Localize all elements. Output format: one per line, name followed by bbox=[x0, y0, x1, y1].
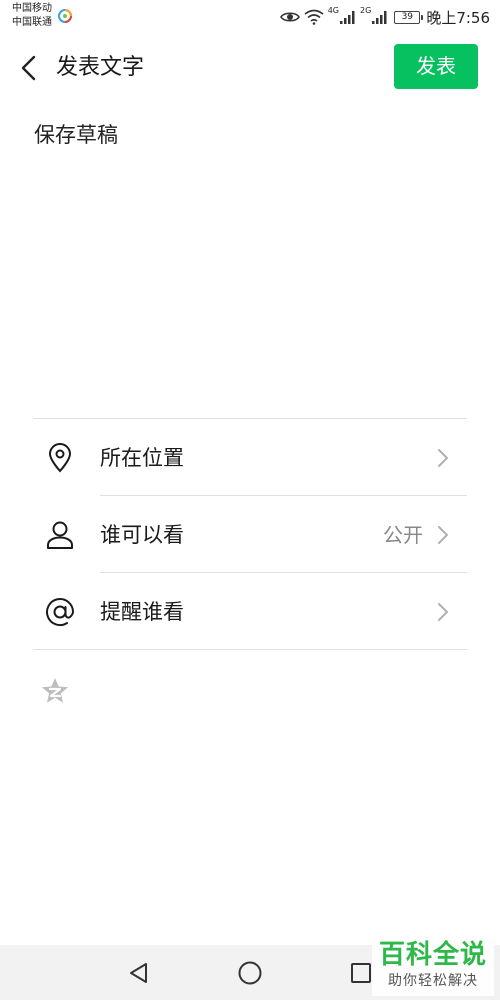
battery-icon: 39 bbox=[394, 10, 424, 24]
option-location-label: 所在位置 bbox=[100, 446, 184, 470]
location-pin-icon bbox=[45, 443, 75, 473]
chevron-right-icon bbox=[438, 526, 448, 544]
post-text-input[interactable]: 保存草稿 bbox=[34, 118, 464, 398]
net-label-1: 4G bbox=[327, 6, 340, 15]
home-circle-icon bbox=[238, 961, 262, 985]
back-button[interactable] bbox=[12, 52, 44, 84]
option-visibility[interactable]: 谁可以看 公开 bbox=[33, 496, 467, 573]
eye-icon bbox=[279, 12, 300, 22]
clock: 晚上7:56 bbox=[426, 8, 490, 27]
nav-home-button[interactable] bbox=[235, 958, 265, 988]
person-icon bbox=[45, 520, 75, 550]
carrier-2: 中国联通 bbox=[12, 17, 52, 28]
signal-icon-2 bbox=[372, 11, 387, 24]
chevron-right-icon bbox=[438, 603, 448, 621]
header: 发表文字 发表 bbox=[0, 40, 500, 96]
option-mention[interactable]: 提醒谁看 bbox=[33, 573, 467, 650]
carrier-info: 中国移动 中国联通 bbox=[12, 2, 52, 30]
watermark-title: 百科全说 bbox=[378, 940, 487, 970]
signal-icon-1 bbox=[340, 11, 355, 24]
at-sign-icon bbox=[45, 597, 75, 627]
option-visibility-value: 公开 bbox=[383, 523, 423, 547]
option-mention-label: 提醒谁看 bbox=[100, 600, 184, 624]
options-list: 所在位置 谁可以看 公开 提醒谁看 bbox=[33, 419, 467, 650]
watermark: 百科全说 助你轻松解决 bbox=[372, 938, 494, 996]
nav-back-button[interactable] bbox=[124, 958, 154, 988]
option-visibility-label: 谁可以看 bbox=[100, 523, 184, 547]
qzone-star-icon[interactable] bbox=[41, 677, 69, 705]
publish-button[interactable]: 发表 bbox=[394, 44, 478, 89]
wifi-icon bbox=[304, 9, 324, 25]
recent-square-icon bbox=[351, 963, 371, 983]
carrier-1: 中国移动 bbox=[12, 3, 52, 14]
page-title: 发表文字 bbox=[56, 55, 145, 80]
status-bar: 中国移动 中国联通 4G 2G 39 晚上7:56 bbox=[0, 0, 500, 36]
status-indicators: 4G 2G 39 晚上7:56 bbox=[279, 6, 490, 28]
back-triangle-icon bbox=[130, 963, 147, 983]
divider bbox=[33, 649, 467, 650]
carrier-logo-icon bbox=[58, 9, 72, 23]
option-location[interactable]: 所在位置 bbox=[33, 419, 467, 496]
chevron-right-icon bbox=[438, 449, 448, 467]
net-label-2: 2G bbox=[360, 6, 372, 15]
watermark-subtitle: 助你轻松解决 bbox=[388, 973, 478, 989]
chevron-left-icon bbox=[21, 55, 36, 81]
battery-level: 39 bbox=[401, 11, 414, 22]
